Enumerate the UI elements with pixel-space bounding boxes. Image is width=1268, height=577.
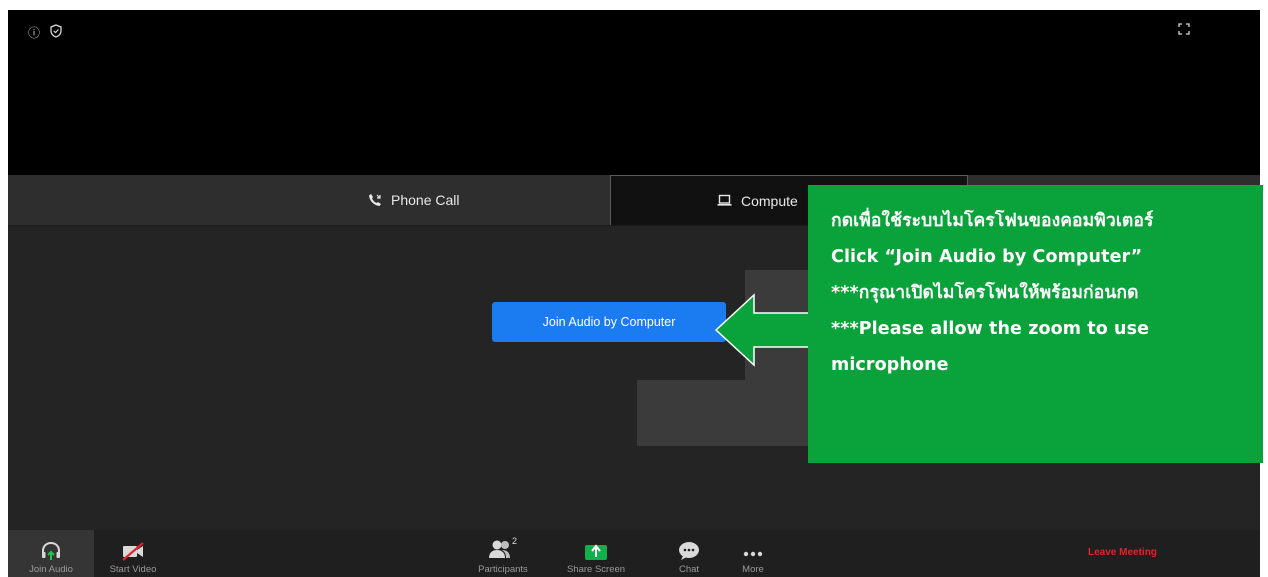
phone-icon <box>369 194 381 206</box>
participants-label: Participants <box>478 564 528 575</box>
join-audio-button[interactable]: Join Audio <box>8 530 94 577</box>
leave-meeting-button[interactable]: Leave Meeting <box>1088 547 1157 558</box>
laptop-icon <box>717 194 732 206</box>
instruction-callout: กดเพื่อใช้ระบบไมโครโฟนของคอมพิวเตอร์ Cli… <box>808 185 1263 463</box>
shield-icon[interactable] <box>50 24 62 41</box>
callout-line-english-1: Click “Join Audio by Computer” <box>831 247 1143 267</box>
participants-icon: 2 <box>488 536 518 561</box>
video-area: ⓘ <box>8 10 1260 175</box>
more-button[interactable]: More <box>728 530 778 577</box>
share-screen-label: Share Screen <box>566 564 626 575</box>
callout-line-english-2: ***Please allow the zoom to use <box>831 319 1150 339</box>
start-video-label: Start Video <box>109 564 157 575</box>
join-audio-label: Join Audio <box>29 564 73 575</box>
meeting-toolbar: Join Audio Start Video 2 Participants Sh… <box>8 530 1260 577</box>
headphones-icon <box>42 541 60 560</box>
chat-button[interactable]: Chat <box>664 530 714 577</box>
start-video-button[interactable]: Start Video <box>98 530 168 577</box>
chat-label: Chat <box>678 564 700 575</box>
chat-icon <box>679 542 699 560</box>
tab-phone-call-label: Phone Call <box>391 192 460 208</box>
more-icon <box>743 551 763 557</box>
share-screen-button[interactable]: Share Screen <box>560 530 632 577</box>
participants-count: 2 <box>512 536 518 546</box>
tab-computer-audio-label: Compute <box>741 192 798 209</box>
tab-phone-call[interactable]: Phone Call <box>368 175 460 225</box>
more-label: More <box>742 564 764 575</box>
share-screen-icon <box>585 544 607 560</box>
callout-line-thai-1: กดเพื่อใช้ระบบไมโครโฟนของคอมพิวเตอร์ <box>831 211 1154 231</box>
obscured-panel <box>637 380 825 446</box>
callout-line-english-3: microphone <box>831 355 949 375</box>
participants-button[interactable]: 2 Participants <box>463 530 543 577</box>
video-off-icon <box>122 542 144 561</box>
info-icon[interactable]: ⓘ <box>28 26 40 40</box>
join-audio-by-computer-button[interactable]: Join Audio by Computer <box>492 302 726 342</box>
callout-line-thai-2: ***กรุณาเปิดไมโครโฟนให้พร้อมก่อนกด <box>831 283 1139 303</box>
fullscreen-icon[interactable] <box>1178 23 1190 38</box>
pointer-arrow-icon <box>714 293 810 367</box>
